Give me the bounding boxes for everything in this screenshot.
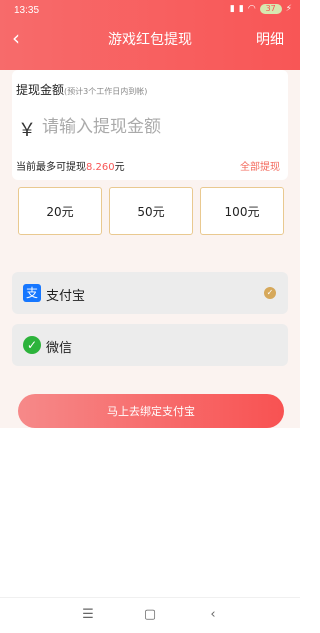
- withdraw-hint: (预计3个工作日内到帐): [64, 87, 148, 96]
- app-header: 13:35 ▮ ▮ ◠ 37 ⚡ ‹ 游戏红包提现 明细: [0, 0, 300, 70]
- amount-input[interactable]: [42, 113, 262, 141]
- home-icon[interactable]: ▢: [140, 607, 160, 622]
- amount-option-100[interactable]: 100元: [200, 187, 284, 235]
- withdraw-label: 提现金额(预计3个工作日内到帐): [16, 81, 147, 98]
- system-nav-bar: ☰ ▢ ‹: [0, 597, 300, 633]
- withdraw-all-link[interactable]: 全部提现: [240, 158, 280, 173]
- payment-label-wechat: 微信: [46, 341, 73, 356]
- status-icons: ▮ ▮ ◠ 37 ⚡: [230, 4, 292, 14]
- wifi-icon: ◠: [247, 4, 256, 14]
- signal-icon: ▮: [238, 4, 244, 14]
- charging-icon: ⚡: [285, 4, 292, 14]
- max-prefix: 当前最多可提现: [16, 162, 86, 173]
- withdraw-card: 提现金额(预计3个工作日内到帐) ￥ 当前最多可提现8.260元 全部提现: [12, 70, 288, 180]
- withdraw-label-text: 提现金额: [16, 83, 65, 97]
- quick-amounts: 20元 50元 100元: [18, 187, 284, 235]
- currency-icon: ￥: [18, 120, 36, 141]
- bind-alipay-button[interactable]: 马上去绑定支付宝: [18, 394, 284, 428]
- payment-option-alipay[interactable]: 支 支付宝 ✓: [12, 272, 288, 314]
- amount-option-50[interactable]: 50元: [109, 187, 193, 235]
- max-amount-line: 当前最多可提现8.260元: [16, 158, 125, 173]
- wechat-icon: ✓: [23, 336, 41, 354]
- payment-label-alipay: 支付宝: [46, 289, 86, 304]
- back-icon[interactable]: ‹: [203, 607, 223, 622]
- amount-option-20[interactable]: 20元: [18, 187, 102, 235]
- max-amount-value: 8.260: [86, 162, 115, 173]
- menu-icon[interactable]: ☰: [78, 607, 98, 622]
- signal-icon: ▮: [229, 4, 235, 14]
- battery-icon: 37: [259, 4, 282, 14]
- check-icon: ✓: [264, 287, 276, 299]
- detail-button[interactable]: 明细: [256, 29, 284, 49]
- payment-option-wechat[interactable]: ✓ 微信: [12, 324, 288, 366]
- max-unit: 元: [114, 162, 125, 173]
- page-title: 游戏红包提现: [108, 32, 192, 48]
- nav-bar: ‹ 游戏红包提现 明细: [0, 24, 300, 52]
- status-time: 13:35: [14, 5, 40, 16]
- alipay-icon: 支: [23, 284, 41, 302]
- status-bar: 13:35 ▮ ▮ ◠ 37 ⚡: [0, 0, 300, 20]
